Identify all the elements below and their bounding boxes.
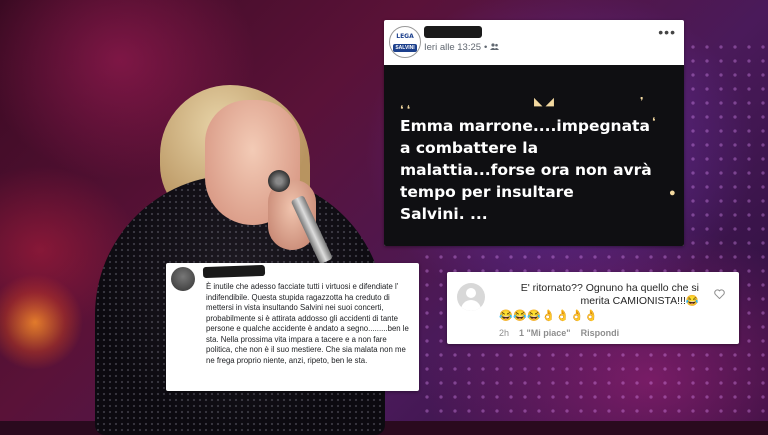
post-time[interactable]: Ieri alle 13:25 (424, 42, 481, 53)
friends-icon (490, 42, 500, 53)
heart-outline-icon[interactable] (714, 289, 725, 302)
emoji-eyes: ◣ ◢ (534, 96, 554, 108)
avatar[interactable] (457, 283, 485, 311)
redacted-username (202, 264, 266, 279)
logo-top-text: LEGA (396, 33, 414, 40)
likes-count[interactable]: 1 "Mi piace" (519, 328, 571, 338)
facebook-post: LEGA SALVINI Ieri alle 13:25 • ••• ❛ ❛ ◣… (384, 20, 684, 246)
emoji-decoration: ❜ (640, 96, 644, 108)
post-image-text: Emma marrone....impegnata a combattere l… (400, 117, 652, 223)
post-image: ❛ ❛ ◣ ◢ ❜ ❛ ● Emma marrone....impegnata … (384, 65, 684, 246)
comment-actions: 2h 1 "Mi piace" Rispondi (499, 328, 619, 338)
microphone-icon (268, 170, 290, 192)
page-avatar[interactable]: LEGA SALVINI (389, 26, 421, 58)
reply-button[interactable]: Rispondi (581, 328, 620, 338)
comment-card: E' ritornato?? Ognuno ha quello che si m… (447, 272, 739, 344)
separator-dot: • (484, 42, 488, 53)
more-horizontal-icon[interactable]: ••• (658, 24, 676, 40)
logo-bottom-text: SALVINI (393, 44, 417, 52)
comment-card: È inutile che adesso facciate tutti i vi… (166, 263, 419, 391)
comment-text: È inutile che adesso facciate tutti i vi… (206, 282, 409, 365)
comment-text: E' ritornato?? Ognuno ha quello che si m… (520, 282, 699, 307)
post-meta: Ieri alle 13:25 • (424, 42, 500, 53)
post-header: LEGA SALVINI Ieri alle 13:25 • ••• (384, 20, 684, 65)
avatar[interactable] (171, 267, 195, 291)
comment-time: 2h (499, 328, 510, 338)
comment-emojis: 😂😂😂👌👌👌👌 (499, 310, 599, 322)
redacted-page-name (424, 26, 482, 38)
